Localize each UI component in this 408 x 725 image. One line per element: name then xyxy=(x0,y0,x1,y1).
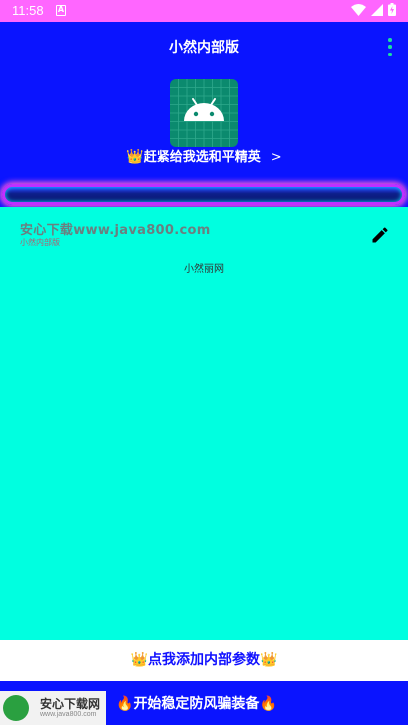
content-panel: 安心下载www.java800.com 小然内部版 小然丽网 xyxy=(0,207,408,640)
fire-icon: 🔥 xyxy=(116,696,134,712)
wifi-icon xyxy=(351,3,366,16)
app-title: 小然内部版 xyxy=(169,40,239,56)
crown-icon: 👑 xyxy=(126,149,144,165)
overflow-menu-icon[interactable] xyxy=(386,38,394,56)
chevron-right-icon: > xyxy=(270,150,282,165)
crown-icon: 👑 xyxy=(130,652,148,668)
app-bar: 小然内部版 xyxy=(0,22,408,72)
add-params-label: 点我添加内部参数 xyxy=(148,652,260,668)
panel-caption: 小然丽网 xyxy=(184,264,224,275)
fire-icon: 🔥 xyxy=(259,696,277,712)
promo-link[interactable]: 👑赶紧给我选和平精英 > xyxy=(0,146,408,165)
pencil-icon[interactable] xyxy=(370,225,390,245)
signal-icon xyxy=(371,3,383,16)
status-time: 11:58 xyxy=(12,3,44,18)
badge-url: www.java800.com xyxy=(40,711,97,718)
status-bar: 11:58 A xyxy=(0,0,408,22)
add-params-button[interactable]: 👑点我添加内部参数👑 xyxy=(0,640,408,681)
watermark-subtext: 小然内部版 xyxy=(20,238,60,247)
status-icons xyxy=(351,3,396,16)
watermark-text: 安心下载www.java800.com xyxy=(20,223,211,238)
start-equipment-label: 开始稳定防风骗装备 xyxy=(133,696,260,712)
start-equipment-button[interactable]: 🔥开始稳定防风骗装备🔥 xyxy=(116,693,277,713)
glow-bar xyxy=(2,184,405,205)
bottom-bar: 安心下载网 www.java800.com 🔥开始稳定防风骗装备🔥 xyxy=(0,681,408,725)
notification-icon: A xyxy=(56,5,66,16)
watermark-badge: 安心下载网 www.java800.com xyxy=(0,691,106,725)
crown-icon: 👑 xyxy=(260,652,278,668)
battery-icon xyxy=(388,3,396,16)
android-robot-icon xyxy=(170,79,238,147)
shield-logo-icon xyxy=(3,695,29,721)
promo-text: 赶紧给我选和平精英 xyxy=(143,150,261,165)
badge-title: 安心下载网 xyxy=(40,697,101,711)
